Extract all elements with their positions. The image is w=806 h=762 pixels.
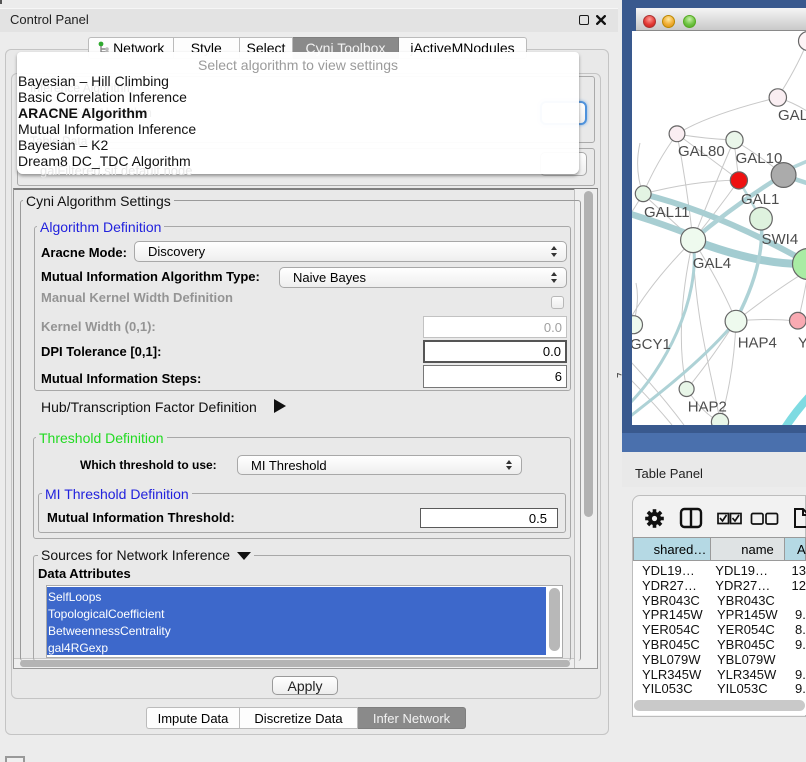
svg-text:GAL10: GAL10	[736, 150, 783, 167]
svg-text:GAL11: GAL11	[644, 204, 690, 221]
svg-text:GAL1: GAL1	[741, 191, 779, 208]
svg-text:SWI4: SWI4	[762, 231, 799, 248]
svg-text:GCY1: GCY1	[632, 336, 671, 353]
svg-text:GAL: GAL	[778, 107, 806, 124]
svg-text:GAL80: GAL80	[678, 143, 725, 160]
svg-text:GAL4: GAL4	[693, 255, 731, 272]
svg-text:HAP4: HAP4	[738, 335, 777, 352]
svg-text:Y: Y	[798, 335, 806, 352]
svg-text:HAP2: HAP2	[688, 399, 727, 416]
